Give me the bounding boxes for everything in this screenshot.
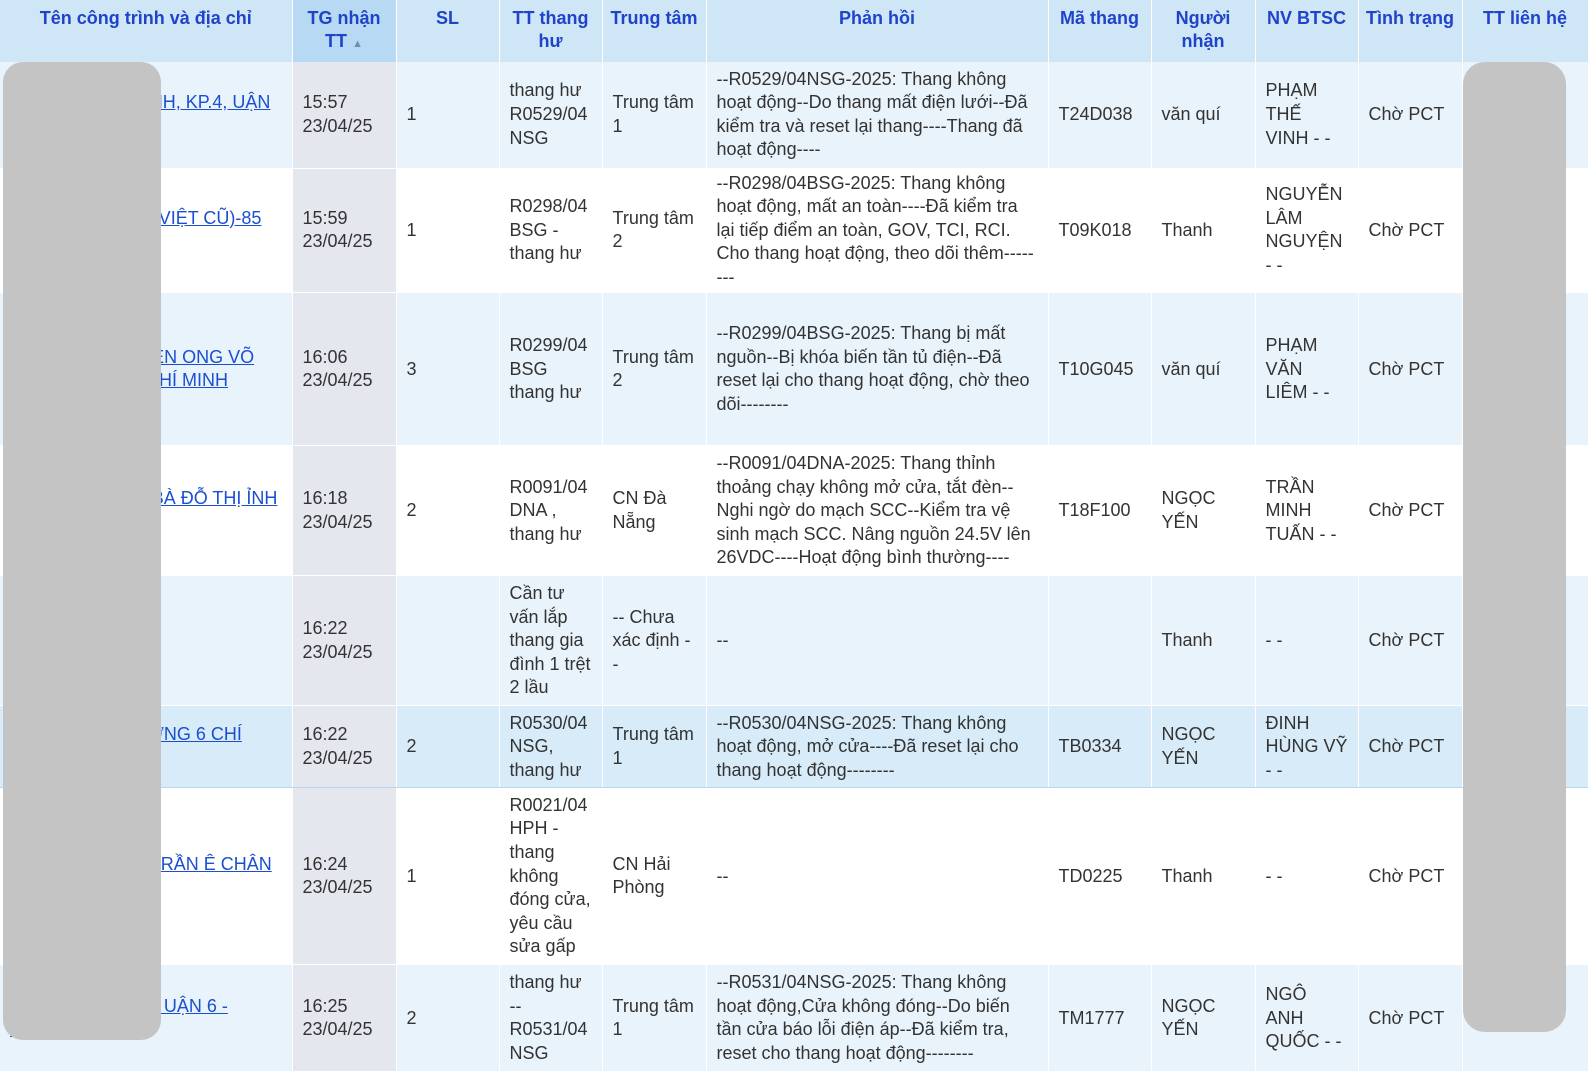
cell-status-tt: R0530/04 NSG, thang hư: [499, 705, 603, 789]
cell-qty: 2: [396, 964, 500, 1072]
cell-state: Chờ PCT: [1358, 62, 1463, 169]
cell-time: 16:22 23/04/25: [292, 575, 397, 707]
cell-state: Chờ PCT: [1358, 705, 1463, 789]
redaction-mask-left: [3, 62, 161, 1040]
col-header-time[interactable]: TG nhận TT ▲: [292, 0, 397, 62]
cell-time: 16:24 23/04/25: [292, 787, 397, 966]
cell-feedback: --R0091/04DNA-2025: Thang thỉnh thoảng c…: [706, 445, 1049, 577]
cell-code: TD0225: [1048, 787, 1152, 966]
cell-receiver: Thanh: [1151, 787, 1256, 966]
cell-state: Chờ PCT: [1358, 964, 1463, 1072]
table-row[interactable]: ( MASSAGE 448 TRẦN Ê CHÂN - HẢI I - TP.H…: [0, 787, 1588, 966]
cell-state: Chờ PCT: [1358, 445, 1463, 577]
cell-status-tt: Cần tư vấn lắp thang gia đình 1 trệt 2 l…: [499, 575, 603, 707]
cell-status-tt: R0299/04 BSG thang hư: [499, 292, 603, 447]
col-header-feedback[interactable]: Phản hồi: [706, 0, 1049, 62]
col-header-staff[interactable]: NV BTSC: [1255, 0, 1359, 62]
table-row[interactable]: H BẮC-71 ƯƠNG, UẬN 6 - TP.HỒ 16:25 23/04…: [0, 964, 1588, 1072]
cell-staff: TRẦN MINH TUẤN - -: [1255, 445, 1359, 577]
cell-code: TM1777: [1048, 964, 1152, 1072]
cell-receiver: NGỌC YẾN: [1151, 964, 1256, 1072]
col-header-name[interactable]: Tên công trình và địa chỉ: [0, 0, 293, 62]
cell-center: Trung tâm 2: [602, 292, 707, 447]
cell-time: 15:57 23/04/25: [292, 62, 397, 169]
cell-feedback: --R0531/04NSG-2025: Thang không hoạt độn…: [706, 964, 1049, 1072]
cell-feedback: --R0530/04NSG-2025: Thang không hoạt độn…: [706, 705, 1049, 789]
cell-staff: PHẠM THẾ VINH - -: [1255, 62, 1359, 169]
cell-center: -- Chưa xác định --: [602, 575, 707, 707]
cell-status-tt: R0091/04 DNA , thang hư: [499, 445, 603, 577]
cell-status-tt: R0298/04 BSG - thang hư: [499, 168, 603, 294]
cell-center: Trung tâm 1: [602, 964, 707, 1072]
requests-table: Tên công trình và địa chỉ TG nhận TT ▲ S…: [0, 0, 1588, 1072]
cell-qty: 3: [396, 292, 500, 447]
cell-feedback: --: [706, 787, 1049, 966]
cell-staff: - -: [1255, 787, 1359, 966]
cell-code: TB0334: [1048, 705, 1152, 789]
cell-staff: PHẠM VĂN LIÊM - -: [1255, 292, 1359, 447]
cell-time: 16:06 23/04/25: [292, 292, 397, 447]
table-row[interactable]: KẾ KIẾN TRÚC - BÀ ĐỖ THỊ ỈNH HỮU - YN TR…: [0, 445, 1588, 577]
cell-center: Trung tâm 1: [602, 705, 707, 789]
cell-feedback: --R0529/04NSG-2025: Thang không hoạt độn…: [706, 62, 1049, 169]
col-header-qty[interactable]: SL: [396, 0, 500, 62]
cell-receiver: NGỌC YẾN: [1151, 705, 1256, 789]
col-header-receiver[interactable]: Người nhận: [1151, 0, 1256, 62]
cell-qty: 1: [396, 787, 500, 966]
cell-center: Trung tâm 1: [602, 62, 707, 169]
cell-code: T24D038: [1048, 62, 1152, 169]
col-header-time-label: TG nhận TT: [307, 8, 381, 51]
cell-code: T18F100: [1048, 445, 1152, 577]
table-row[interactable]: 16:22 23/04/25 Cần tư vấn lắp thang gia …: [0, 575, 1588, 707]
cell-time: 16:18 23/04/25: [292, 445, 397, 577]
cell-staff: ĐINH HÙNG VỸ - -: [1255, 705, 1359, 789]
cell-qty: 1: [396, 62, 500, 169]
table-row[interactable]: IH HẢI-13-15 HƯỜNG 6 CHÍ MINH 16:22 23/0…: [0, 705, 1588, 789]
col-header-code[interactable]: Mã thang: [1048, 0, 1152, 62]
cell-feedback: --R0298/04BSG-2025: Thang không hoạt độn…: [706, 168, 1049, 294]
cell-time: 15:59 23/04/25: [292, 168, 397, 294]
sort-ascending-icon[interactable]: ▲: [352, 38, 363, 50]
cell-status-tt: R0021/04 HPH - thang không đóng cửa, yêu…: [499, 787, 603, 966]
cell-qty: 2: [396, 445, 500, 577]
cell-center: CN Hải Phòng: [602, 787, 707, 966]
cell-center: Trung tâm 2: [602, 168, 707, 294]
col-header-status-tt[interactable]: TT thang hư: [499, 0, 603, 62]
cell-qty: [396, 575, 500, 707]
cell-time: 16:25 23/04/25: [292, 964, 397, 1072]
cell-receiver: văn quí: [1151, 292, 1256, 447]
cell-staff: - -: [1255, 575, 1359, 707]
cell-status-tt: thang hư -- R0531/04 NSG: [499, 964, 603, 1072]
cell-receiver: Thanh: [1151, 575, 1256, 707]
redaction-mask-right: [1463, 62, 1566, 1032]
cell-receiver: Thanh: [1151, 168, 1256, 294]
cell-state: Chờ PCT: [1358, 575, 1463, 707]
cell-state: Chờ PCT: [1358, 292, 1463, 447]
header-row: Tên công trình và địa chỉ TG nhận TT ▲ S…: [0, 0, 1588, 62]
cell-code: T10G045: [1048, 292, 1152, 447]
cell-staff: NGUYỄN LÂM NGUYỆN - -: [1255, 168, 1359, 294]
col-header-state[interactable]: Tình trạng: [1358, 0, 1463, 62]
cell-status-tt: thang hư R0529/04 NSG: [499, 62, 603, 169]
cell-qty: 1: [396, 168, 500, 294]
cell-feedback: --R0299/04BSG-2025: Thang bị mất nguồn--…: [706, 292, 1049, 447]
table-row[interactable]: O TRỢ & RẺ EM ÊN ONG VÕ THỊ PHÚ ĐÔNG CHÍ…: [0, 292, 1588, 447]
col-header-contact[interactable]: TT liên hệ: [1462, 0, 1588, 62]
cell-code: [1048, 575, 1152, 707]
table-row[interactable]: C NHÀ BÈ-1179 ỊNH, KP.4, UẬN 7 - TP.HỒ 1…: [0, 62, 1588, 169]
cell-state: Chờ PCT: [1358, 787, 1463, 966]
cell-state: Chờ PCT: [1358, 168, 1463, 294]
col-header-center[interactable]: Trung tâm: [602, 0, 707, 62]
cell-feedback: --: [706, 575, 1049, 707]
cell-code: T09K018: [1048, 168, 1152, 294]
cell-center: CN Đà Nẵng: [602, 445, 707, 577]
table-row[interactable]: HẢI (CTY VINH O VIỆT CŨ)-85 ẬN TÂN BÌNH …: [0, 168, 1588, 294]
cell-qty: 2: [396, 705, 500, 789]
cell-time: 16:22 23/04/25: [292, 705, 397, 789]
cell-receiver: văn quí: [1151, 62, 1256, 169]
cell-receiver: NGỌC YẾN: [1151, 445, 1256, 577]
cell-staff: NGÔ ANH QUỐC - -: [1255, 964, 1359, 1072]
